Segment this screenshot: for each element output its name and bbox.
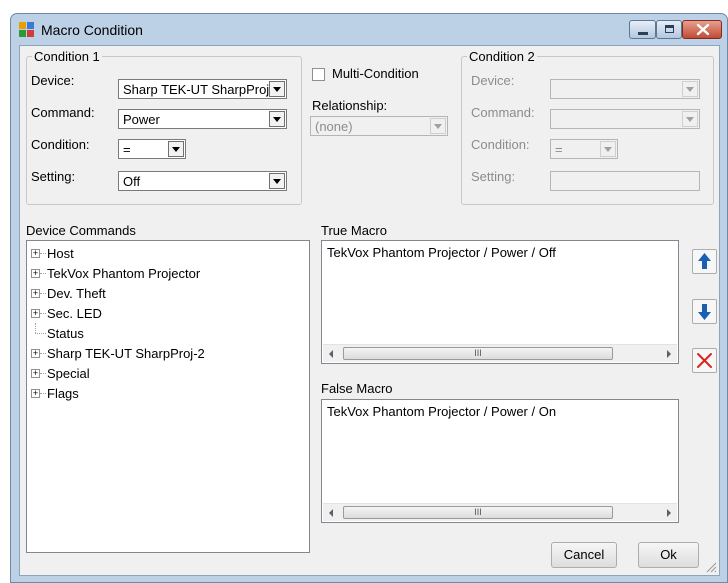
condition2-device-label: Device: [471, 73, 515, 88]
condition1-condition-label: Condition: [31, 137, 90, 152]
condition1-condition-select[interactable]: = [118, 139, 186, 159]
scroll-thumb[interactable]: III [343, 506, 613, 519]
tree-connector [40, 273, 46, 274]
move-down-button[interactable] [692, 299, 717, 324]
false-macro-label: False Macro [321, 381, 393, 396]
tree-connector [40, 393, 46, 394]
false-macro-list[interactable]: TekVox Phantom Projector / Power / On II… [321, 399, 679, 523]
chevron-down-icon [168, 141, 184, 157]
title-bar[interactable]: Macro Condition [11, 14, 727, 46]
tree-item-label: Host [47, 246, 74, 261]
multi-condition-label[interactable]: Multi-Condition [332, 66, 419, 81]
tree-item-label: Dev. Theft [47, 286, 106, 301]
tree-connector [40, 353, 46, 354]
maximize-button[interactable] [656, 20, 682, 39]
tree-connector [40, 373, 46, 374]
window-title: Macro Condition [41, 22, 143, 38]
ok-button[interactable]: Ok [638, 542, 699, 568]
tree-item-label: Flags [47, 386, 79, 401]
scroll-thumb[interactable]: III [343, 347, 613, 360]
close-icon [696, 23, 710, 36]
tree-item-label: Sharp TEK-UT SharpProj-2 [47, 346, 205, 361]
red-x-icon [697, 353, 712, 368]
relationship-select[interactable]: (none) [310, 116, 448, 136]
condition2-condition-select[interactable]: = [550, 139, 618, 159]
true-macro-label: True Macro [321, 223, 387, 238]
device-commands-label: Device Commands [26, 223, 136, 238]
condition1-legend: Condition 1 [34, 49, 100, 64]
condition2-device-select[interactable] [550, 79, 700, 99]
condition1-command-select[interactable]: Power [118, 109, 287, 129]
relationship-value: (none) [315, 119, 353, 134]
condition1-command-label: Command: [31, 105, 95, 120]
chevron-down-icon [269, 81, 285, 97]
condition2-condition-label: Condition: [471, 137, 530, 152]
tree-item-label: Special [47, 366, 90, 381]
delete-button[interactable] [692, 348, 717, 373]
expand-plus-icon[interactable]: + [31, 369, 40, 378]
minimize-icon [638, 32, 648, 35]
condition1-device-select[interactable]: Sharp TEK-UT SharpProj-2 [118, 79, 287, 99]
condition1-setting-value: Off [123, 174, 141, 189]
scroll-left-icon[interactable] [329, 350, 333, 358]
app-icon [19, 22, 35, 38]
tree-item-label: TekVox Phantom Projector [47, 266, 201, 281]
condition2-condition-value: = [555, 142, 563, 157]
tree-item-label: Status [47, 326, 84, 341]
true-macro-item[interactable]: TekVox Phantom Projector / Power / Off [327, 245, 556, 260]
condition2-setting-input[interactable] [550, 171, 700, 191]
true-macro-hscrollbar[interactable]: III [323, 344, 677, 362]
cancel-button[interactable]: Cancel [551, 542, 617, 568]
condition1-condition-value: = [123, 142, 131, 157]
condition1-setting-select[interactable]: Off [118, 171, 287, 191]
condition1-command-value: Power [123, 112, 160, 127]
relationship-label: Relationship: [312, 98, 388, 113]
chevron-down-icon [682, 111, 698, 127]
true-macro-list[interactable]: TekVox Phantom Projector / Power / Off I… [321, 240, 679, 364]
expand-plus-icon[interactable]: + [31, 269, 40, 278]
false-macro-item[interactable]: TekVox Phantom Projector / Power / On [327, 404, 556, 419]
chevron-down-icon [682, 81, 698, 97]
minimize-button[interactable] [629, 20, 656, 39]
chevron-down-icon [600, 141, 616, 157]
condition2-command-label: Command: [471, 105, 535, 120]
expand-plus-icon[interactable]: + [31, 349, 40, 358]
arrow-down-icon [698, 304, 711, 320]
move-up-button[interactable] [692, 249, 717, 274]
chevron-down-icon [430, 118, 446, 134]
condition2-command-select[interactable] [550, 109, 700, 129]
maximize-icon [665, 25, 674, 33]
tree-connector [40, 293, 46, 294]
dialog-client-area: Condition 1 Device: Sharp TEK-UT SharpPr… [19, 45, 720, 576]
tree-connector [35, 333, 46, 334]
resize-grip-icon[interactable] [705, 561, 717, 573]
tree-connector [40, 253, 46, 254]
scroll-left-icon[interactable] [329, 509, 333, 517]
expand-plus-icon[interactable]: + [31, 249, 40, 258]
dialog-window: Macro Condition Condition 1 Device: Shar… [10, 13, 728, 583]
chevron-down-icon [269, 173, 285, 189]
arrow-up-icon [698, 253, 711, 269]
expand-plus-icon[interactable]: + [31, 289, 40, 298]
tree-connector [35, 323, 36, 333]
scroll-right-icon[interactable] [667, 509, 671, 517]
condition1-setting-label: Setting: [31, 169, 76, 184]
tree-connector [40, 313, 46, 314]
scroll-right-icon[interactable] [667, 350, 671, 358]
device-commands-tree[interactable]: + Host + TekVox Phantom Projector + Dev. Thef… [26, 240, 310, 553]
tree-item-label: Sec. LED [47, 306, 102, 321]
condition2-legend: Condition 2 [469, 49, 535, 64]
false-macro-hscrollbar[interactable]: III [323, 503, 677, 521]
chevron-down-icon [269, 111, 285, 127]
condition1-device-value: Sharp TEK-UT SharpProj-2 [123, 82, 281, 97]
condition1-device-label: Device: [31, 73, 75, 88]
expand-plus-icon[interactable]: + [31, 389, 40, 398]
expand-plus-icon[interactable]: + [31, 309, 40, 318]
condition2-setting-label: Setting: [471, 169, 516, 184]
close-button[interactable] [682, 20, 722, 39]
multi-condition-checkbox[interactable] [312, 68, 325, 81]
